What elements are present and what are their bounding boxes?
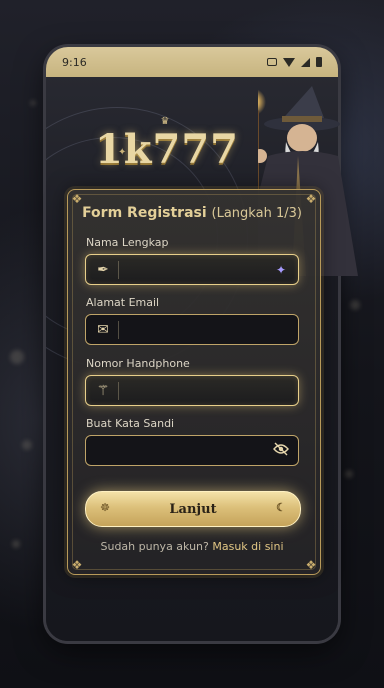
corner-ornament-icon: ❖ [305,558,317,572]
full-name-field[interactable]: ✒ ✦ [85,254,299,285]
envelope-icon: ✉ [97,322,109,338]
bokeh-light [22,440,32,450]
phone-input[interactable] [124,379,278,405]
feather-quill-icon: ✒ [97,262,109,278]
phone-field[interactable]: ⚚ [85,375,299,406]
signin-prompt-text: Sudah punya akun? [100,540,209,553]
full-name-input[interactable] [124,258,278,284]
magic-wand-icon: ⚚ [96,383,110,399]
password-input[interactable] [96,439,270,465]
bokeh-light [350,300,360,310]
field-divider [118,261,119,279]
password-label: Buat Kata Sandi [86,417,175,430]
email-label: Alamat Email [86,296,160,309]
email-input[interactable] [124,318,278,344]
button-ornament-icon: ☾ [276,501,286,514]
vibrate-icon [267,58,277,66]
phone-label: Nomor Handphone [86,357,190,370]
full-name-label: Nama Lengkap [86,236,169,249]
battery-icon [316,57,322,67]
corner-ornament-icon: ❖ [71,558,83,572]
signal-icon [301,57,310,67]
form-title-text: Form Registrasi [82,205,207,221]
next-button-label: Lanjut [169,501,217,517]
status-bar: 9:16 [46,47,338,77]
bokeh-light [30,100,36,106]
sparkle-icon: ✦ [275,263,287,277]
eye-off-icon[interactable] [272,442,290,460]
status-time: 9:16 [62,55,87,69]
field-divider [118,382,119,400]
wifi-icon [283,57,295,67]
email-field[interactable]: ✉ [85,314,299,345]
bokeh-light [345,470,353,478]
crown-ornament-icon: ♛ [160,116,170,127]
form-title: Form Registrasi (Langkah 1/3) [0,205,384,221]
corner-ornament-icon: ❖ [305,192,317,206]
bokeh-light [10,350,24,364]
step-indicator: (Langkah 1/3) [211,206,302,221]
field-divider [118,321,119,339]
signin-link[interactable]: Masuk di sini [212,540,283,553]
next-button[interactable]: ☸ Lanjut ☾ [85,491,301,527]
corner-ornament-icon: ❖ [71,192,83,206]
status-icons [267,57,322,67]
brand-logo: 1k777 [94,126,240,173]
password-field[interactable] [85,435,299,466]
button-ornament-icon: ☸ [100,501,110,514]
signin-prompt: Sudah punya akun? Masuk di sini [0,540,384,553]
